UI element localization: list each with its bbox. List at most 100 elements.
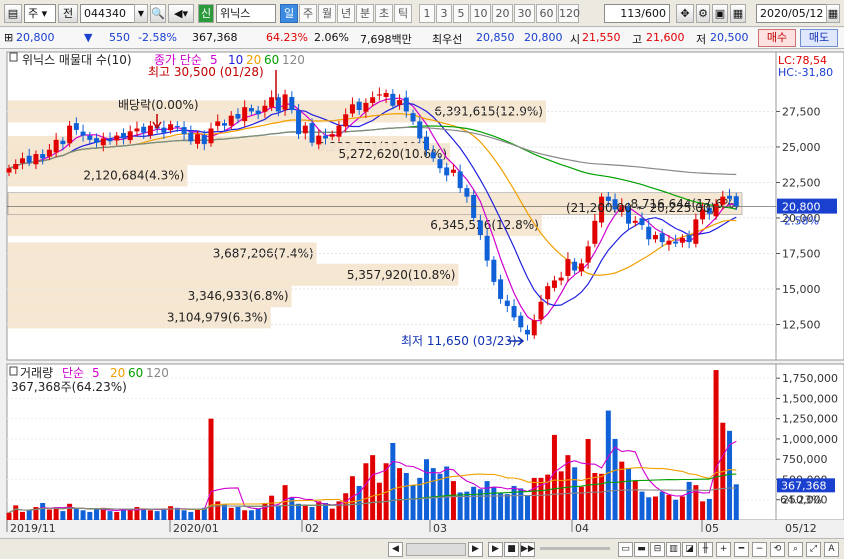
sound-icon[interactable]: ◀▾ bbox=[168, 4, 194, 23]
period-tab-1[interactable]: 주 bbox=[299, 4, 317, 23]
stock-chart[interactable]: 6,391,615(12.9%)3,222,771(10.1%)5,272,62… bbox=[0, 50, 844, 547]
expand-icon[interactable]: ⊞ bbox=[4, 31, 13, 44]
period-tab-5[interactable]: 초 bbox=[375, 4, 393, 23]
code-dropdown-icon[interactable]: ▼ bbox=[134, 4, 148, 23]
volume-tag: 367,368 bbox=[781, 479, 827, 492]
period-tab-4[interactable]: 분 bbox=[356, 4, 374, 23]
volume-profile-label: 3,104,979(6.3%) bbox=[167, 310, 268, 324]
volume-bar bbox=[296, 503, 302, 520]
candle-body bbox=[316, 135, 322, 145]
interval-button-5[interactable]: 5 bbox=[453, 4, 469, 23]
interval-button-3[interactable]: 3 bbox=[436, 4, 452, 23]
interval-button-20[interactable]: 20 bbox=[492, 4, 513, 23]
speed-slider[interactable] bbox=[540, 547, 610, 550]
sell-button[interactable]: 매도 bbox=[800, 29, 838, 47]
volume-bar bbox=[666, 494, 672, 520]
search-zoom-icon[interactable]: ⌕ bbox=[788, 542, 803, 557]
volume-bar bbox=[67, 503, 73, 520]
prefix-button[interactable]: 전 bbox=[58, 4, 78, 23]
count-field[interactable]: 113/600 bbox=[604, 4, 670, 23]
period-tab-6[interactable]: 틱 bbox=[394, 4, 412, 23]
trade-amount: 7,698백만 bbox=[360, 33, 412, 46]
candle-body bbox=[26, 155, 32, 163]
candle-body bbox=[19, 158, 25, 164]
volume-bar bbox=[87, 511, 93, 520]
volume-bar bbox=[612, 438, 618, 520]
candle-body bbox=[464, 188, 470, 197]
scroll-right-icon[interactable]: ▶ bbox=[468, 542, 483, 557]
candle-body bbox=[403, 97, 409, 112]
scroll-track[interactable] bbox=[406, 543, 466, 556]
chart-menu-icon[interactable]: ▤ bbox=[4, 4, 22, 23]
candle-body bbox=[504, 300, 510, 307]
date-field[interactable]: 2020/05/12 bbox=[756, 4, 828, 23]
interval-button-30[interactable]: 30 bbox=[514, 4, 535, 23]
expand-chart-icon[interactable]: ⤢ bbox=[806, 542, 821, 557]
volume-bar bbox=[686, 481, 692, 520]
interval-button-60[interactable]: 60 bbox=[536, 4, 557, 23]
high-annotation: 최고 30,500 (01/28) bbox=[148, 65, 264, 79]
candle-body bbox=[201, 135, 207, 145]
candle-body bbox=[248, 108, 254, 112]
range-annotation: (21,200.00 ~ 20,225.00) bbox=[566, 201, 715, 215]
chart-tool-2-icon[interactable]: ▬ bbox=[634, 542, 649, 557]
candle-body bbox=[558, 277, 564, 281]
interval-button-10[interactable]: 10 bbox=[470, 4, 491, 23]
candle-body bbox=[679, 237, 685, 243]
grid-icon[interactable]: ▦ bbox=[730, 4, 746, 23]
line-chart-icon[interactable]: ◪ bbox=[682, 542, 697, 557]
price-tick-label: 25,000 bbox=[782, 141, 821, 154]
volume-bar bbox=[444, 466, 450, 520]
chart-type-select[interactable]: 주 ▾ bbox=[24, 4, 56, 23]
volume-ma-period-20: 20 bbox=[110, 366, 125, 380]
stock-name-field[interactable]: 위닉스 bbox=[216, 4, 276, 23]
candle-body bbox=[457, 171, 463, 189]
candle-icon[interactable]: ╫ bbox=[698, 542, 713, 557]
candle-body bbox=[296, 110, 302, 135]
chart-tool-1-icon[interactable]: ▭ bbox=[618, 542, 633, 557]
candle-body bbox=[686, 235, 692, 243]
candle-body bbox=[450, 169, 456, 173]
volume-bar bbox=[195, 509, 201, 520]
candle-body bbox=[195, 134, 201, 144]
price-tick-label: 27,500 bbox=[782, 105, 821, 118]
credit-badge: 신 bbox=[198, 4, 214, 23]
chart-tool-3-icon[interactable]: ⊟ bbox=[650, 542, 665, 557]
candle-body bbox=[282, 94, 288, 110]
save-icon[interactable]: ▣ bbox=[712, 4, 728, 23]
date-label: 05/12 bbox=[785, 522, 817, 535]
reset-icon[interactable]: ⟲ bbox=[770, 542, 785, 557]
interval-button-120[interactable]: 120 bbox=[558, 4, 580, 23]
scroll-left-icon[interactable]: ◀ bbox=[388, 542, 403, 557]
candle-body bbox=[693, 219, 699, 244]
volume-profile-label: 2,120,684(4.3%) bbox=[83, 168, 184, 182]
font-size-icon[interactable]: A bbox=[824, 542, 839, 557]
price-ma-period-60: 60 bbox=[264, 53, 279, 67]
settings-icon[interactable]: ⚙ bbox=[696, 4, 710, 23]
search-icon[interactable]: 🔍 bbox=[150, 4, 166, 23]
bar-chart-icon[interactable]: ▥ bbox=[666, 542, 681, 557]
fast-forward-icon[interactable]: ▶▶ bbox=[520, 542, 535, 557]
date-label: 02 bbox=[305, 522, 319, 535]
candle-body bbox=[228, 115, 234, 126]
candle-body bbox=[6, 168, 12, 173]
candle-body bbox=[120, 133, 126, 139]
zoom-out-icon[interactable]: − bbox=[752, 542, 767, 557]
stop-icon[interactable]: ■ bbox=[504, 542, 519, 557]
candle-body bbox=[437, 159, 443, 169]
play-icon[interactable]: ▶ bbox=[488, 542, 503, 557]
period-tab-3[interactable]: 년 bbox=[337, 4, 355, 23]
candle-body bbox=[545, 286, 551, 300]
period-tab-0[interactable]: 일 bbox=[280, 4, 298, 23]
volume-bar bbox=[53, 507, 59, 520]
interval-button-1[interactable]: 1 bbox=[419, 4, 435, 23]
volume-bar bbox=[464, 491, 470, 520]
crosshair-icon[interactable]: ✥ bbox=[676, 4, 694, 23]
period-tab-2[interactable]: 월 bbox=[318, 4, 336, 23]
dash-icon[interactable]: ━ bbox=[734, 542, 749, 557]
candle-body bbox=[585, 246, 591, 263]
calendar-icon[interactable]: ▦ bbox=[826, 4, 840, 23]
zoom-in-icon[interactable]: + bbox=[716, 542, 731, 557]
buy-button[interactable]: 매수 bbox=[758, 29, 796, 47]
candle-body bbox=[531, 320, 537, 336]
